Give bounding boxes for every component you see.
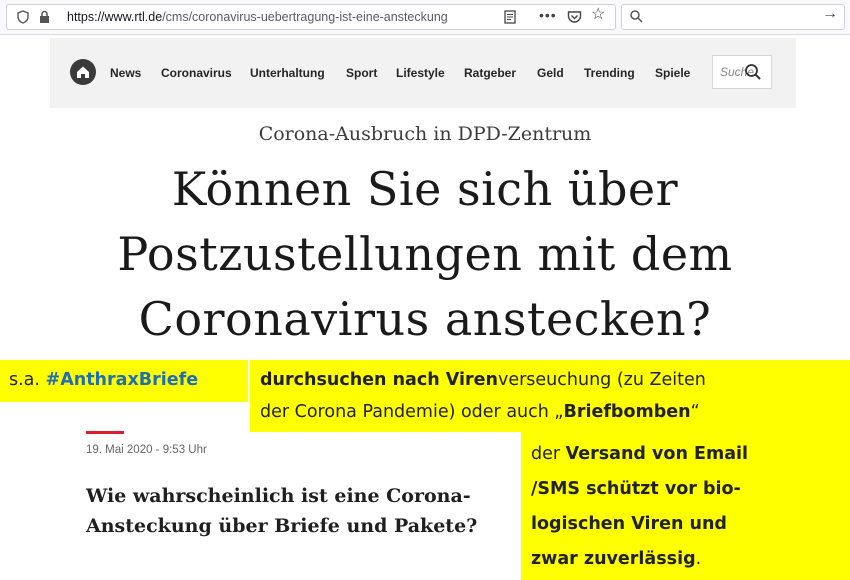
browser-search-field[interactable] (621, 4, 845, 30)
subhead-line: Wie wahrscheinlich ist eine Corona- (86, 485, 471, 507)
headline-line: Coronavirus anstecken? (138, 292, 712, 346)
subhead-line: Ansteckung über Briefe und Pakete? (86, 515, 478, 537)
nav-item-lifestyle[interactable]: Lifestyle (396, 66, 445, 80)
annotation-bold-text: durchsuchen nach Viren (260, 370, 498, 390)
headline-line: Postzustellungen mit dem (117, 227, 733, 281)
headline-line: Können Sie sich über (171, 162, 679, 216)
annotation-text: der (531, 444, 566, 464)
url-text[interactable]: https://www.rtl.de/cms/coronavirus-ueber… (67, 10, 475, 25)
lock-icon[interactable] (39, 10, 50, 26)
nav-item-spiele[interactable]: Spiele (655, 66, 690, 80)
annotation-bold-text: Versand von Email (565, 444, 749, 464)
annotation-prefix: s.a. (9, 370, 46, 390)
url-host: https://www.rtl.de (67, 10, 163, 24)
annotation-bold-text: logischen Viren und (531, 514, 727, 534)
article-kicker: Corona-Ausbruch in DPD-Zentrum (258, 123, 592, 145)
article-headline: Können Sie sich über Postzustellungen mi… (30, 157, 820, 352)
accent-divider (86, 431, 124, 434)
more-actions-icon[interactable]: ••• (539, 8, 557, 22)
article-date: 19. Mai 2020 - 9:53 Uhr (86, 444, 207, 456)
home-icon (77, 66, 89, 78)
pocket-icon[interactable] (567, 10, 582, 26)
annotation-text: verseuchung (zu Zeiten (497, 370, 706, 390)
nav-item-geld[interactable]: Geld (537, 66, 564, 80)
home-button[interactable] (70, 59, 96, 85)
annotation-anthrax: s.a. #AnthraxBriefe (0, 360, 248, 402)
nav-item-news[interactable]: News (110, 66, 141, 80)
article-subheadline: Wie wahrscheinlich ist eine Corona- Anst… (86, 481, 506, 541)
shield-icon[interactable] (17, 10, 29, 27)
annotation-text: “ (690, 402, 700, 422)
arrow-right-icon[interactable]: → (822, 6, 838, 22)
annotation-bold-text: Briefbomben (563, 402, 691, 422)
address-bar[interactable]: https://www.rtl.de/cms/coronavirus-ueber… (6, 4, 616, 30)
search-icon (630, 10, 643, 25)
annotation-bold-text: zwar zuverlässig (531, 549, 696, 569)
nav-item-trending[interactable]: Trending (584, 66, 635, 80)
site-search-icon[interactable] (744, 63, 762, 81)
nav-item-unterhaltung[interactable]: Unterhaltung (250, 66, 325, 80)
site-navigation: News Coronavirus Unterhaltung Sport Life… (50, 38, 796, 108)
annotation-email-sms: der Versand von Email /SMS schützt vor b… (521, 432, 850, 580)
annotation-bold-text: /SMS schützt vor bio- (531, 479, 741, 499)
nav-item-ratgeber[interactable]: Ratgeber (464, 66, 516, 80)
annotation-text: . (695, 549, 702, 569)
nav-item-coronavirus[interactable]: Coronavirus (161, 66, 232, 80)
url-path: /cms/coronavirus-uebertragung-ist-eine-a… (162, 10, 448, 24)
bookmark-star-icon[interactable]: ☆ (591, 7, 605, 23)
hashtag-anthraxbriefe: #AnthraxBriefe (45, 370, 199, 390)
annotation-text: der Corona Pandemie) oder auch „ (260, 402, 564, 422)
nav-item-sport[interactable]: Sport (346, 66, 377, 80)
annotation-virus-scan: durchsuchen nach Virenverseuchung (zu Ze… (250, 360, 850, 432)
site-search-field[interactable]: Suche (712, 55, 772, 89)
browser-toolbar: https://www.rtl.de/cms/coronavirus-ueber… (0, 0, 850, 35)
reader-view-icon[interactable] (503, 10, 517, 26)
